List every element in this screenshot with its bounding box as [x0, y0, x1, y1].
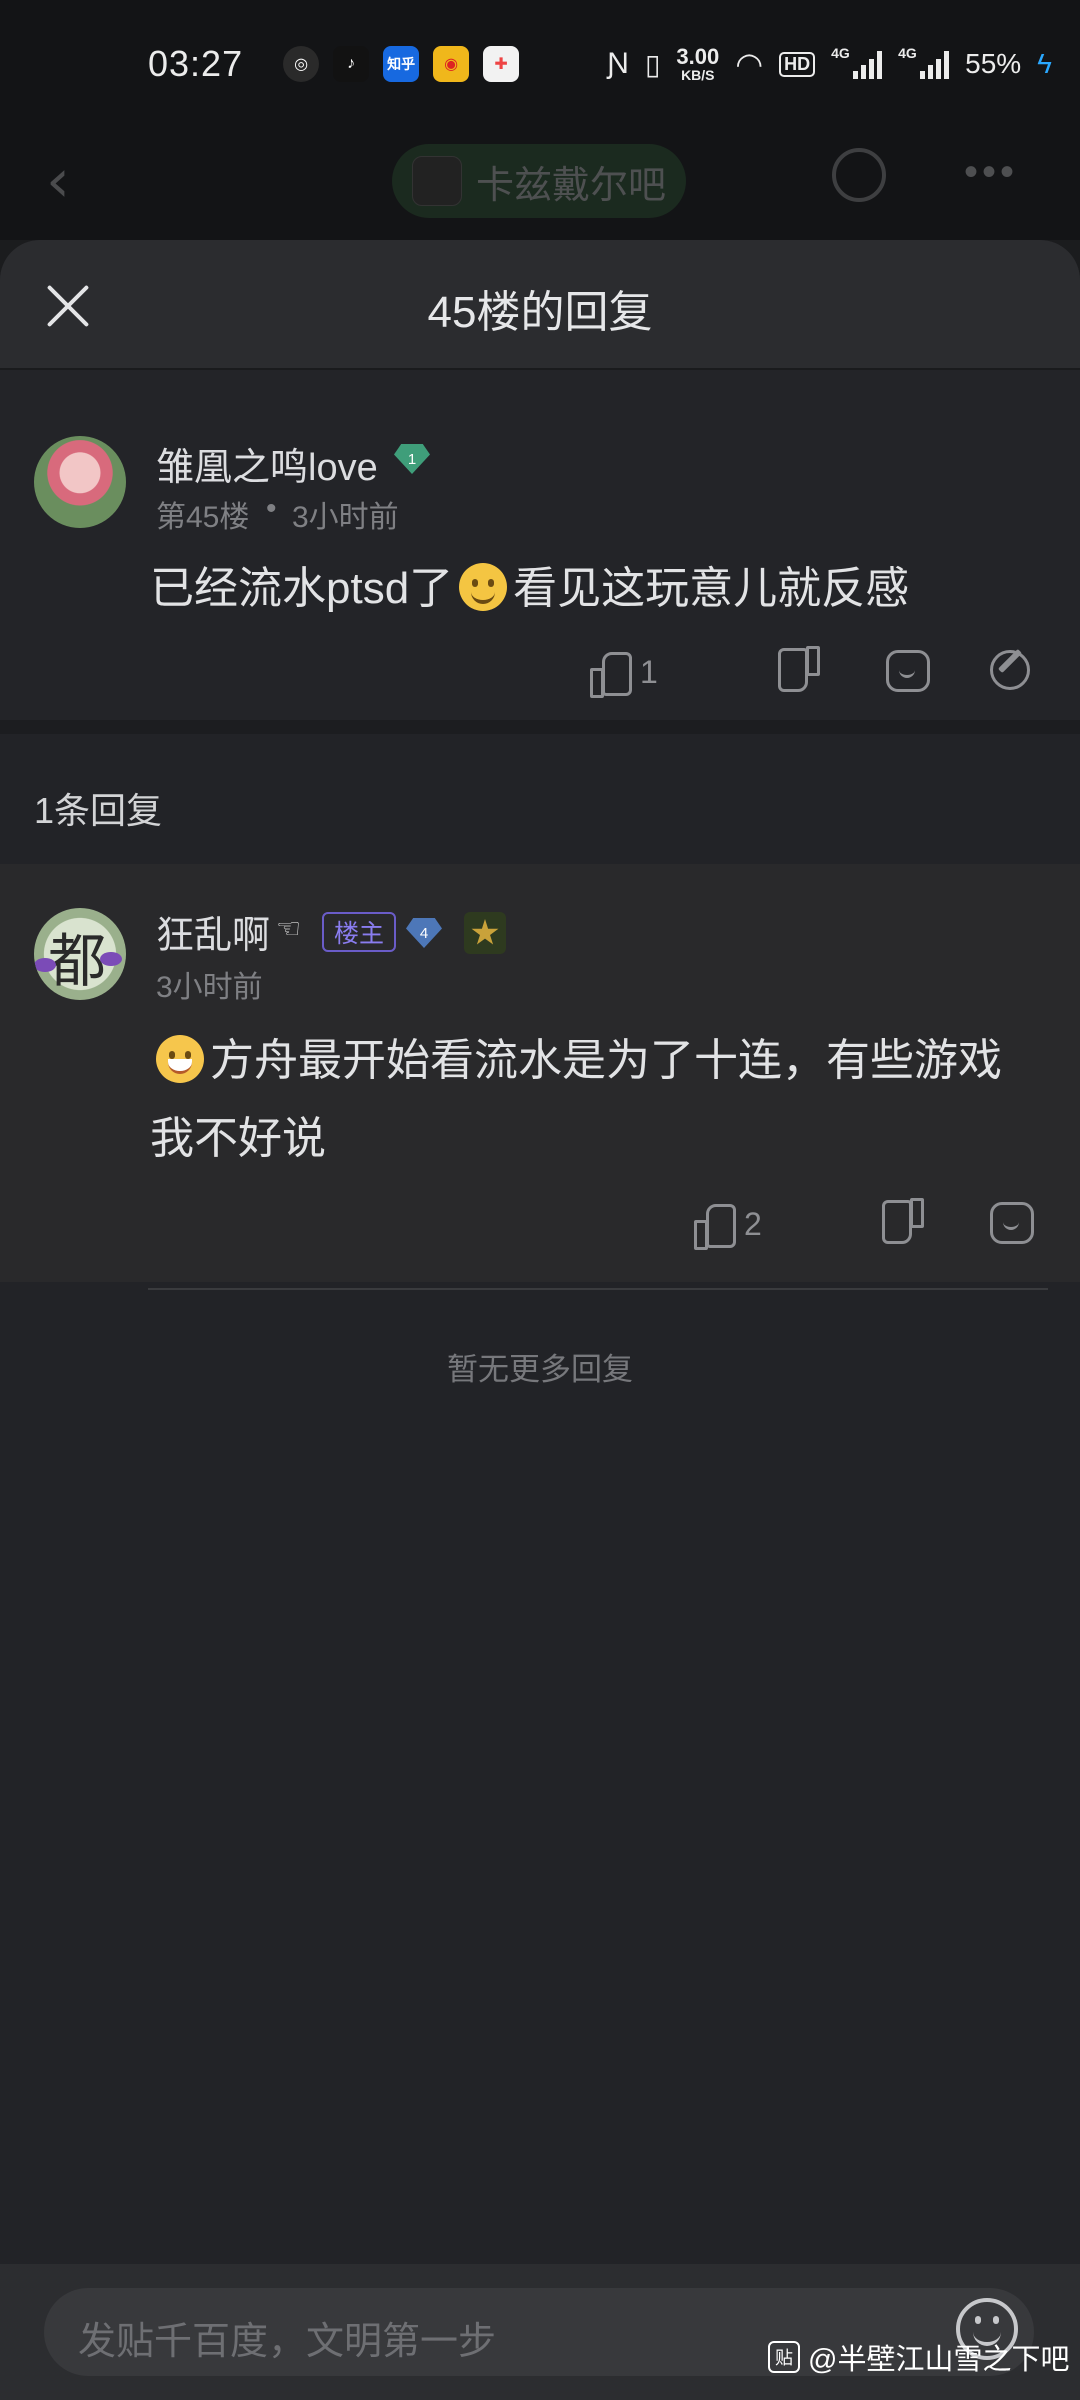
- network-speed: 3.00 KB/S: [676, 44, 720, 83]
- watermark: 贴 @半壁江山雪之下吧: [768, 2336, 1069, 2378]
- meta-separator: •: [266, 492, 277, 525]
- notification-icons: ◎ ♪ 知乎 ◉ ✚: [283, 46, 520, 82]
- no-more-replies: 暂无更多回复: [447, 1352, 633, 1387]
- weibo-icon: ◉: [433, 46, 470, 82]
- tiktok-icon: ♪: [333, 46, 370, 82]
- wifi-icon: ◠: [735, 46, 764, 82]
- comment-icon: [990, 1202, 1034, 1244]
- owner-badge: 楼主: [322, 912, 396, 952]
- reply-content: 方舟最开始看流水是为了十连，有些游戏我不好说: [150, 1035, 1002, 1163]
- share-icon[interactable]: [832, 148, 886, 202]
- like-count: 1: [640, 653, 658, 690]
- post-time: 3小时前: [292, 501, 399, 534]
- forum-chip[interactable]: 卡兹戴尔吧: [392, 144, 687, 218]
- cellular-signal-icon: 4G: [831, 45, 883, 79]
- status-bar: 03:27 ◎ ♪ 知乎 ◉ ✚ Ɲ ▯ 3.00 KB/S ◠ HD 4G 4…: [0, 0, 1080, 128]
- reply-username[interactable]: 狂乱啊: [156, 904, 270, 959]
- sheet-header: 45楼的回复: [0, 240, 1080, 370]
- vibrate-icon: ▯: [644, 48, 661, 80]
- like-button[interactable]: 1: [590, 650, 658, 698]
- reply-sheet: 45楼的回复 雏凰之鸣love 1 第45楼 • 3小时前 已经流水ptsd了看…: [0, 240, 1080, 2400]
- cellular-signal-icon: 4G: [898, 45, 950, 79]
- forum-name: 卡兹戴尔吧: [476, 164, 667, 207]
- dislike-button[interactable]: [780, 650, 820, 694]
- edit-button[interactable]: [990, 650, 1030, 690]
- post-username[interactable]: 雏凰之鸣love: [156, 436, 378, 491]
- smile-emoji-icon: [459, 563, 508, 611]
- input-bar: 发贴千百度，文明第一步: [0, 2264, 1080, 2400]
- medal-icon: [464, 912, 506, 954]
- like-count: 2: [744, 1205, 762, 1242]
- thumb-up-icon: [590, 650, 632, 698]
- divider: [148, 1288, 1048, 1290]
- dislike-button[interactable]: [884, 1202, 924, 1246]
- sheet-title: 45楼的回复: [427, 288, 653, 337]
- comment-icon: [886, 650, 930, 692]
- reply-time: 3小时前: [156, 971, 263, 1004]
- more-icon[interactable]: •••: [964, 150, 1018, 195]
- nfc-icon: Ɲ: [607, 47, 629, 80]
- reply-count: 1条回复: [34, 790, 163, 831]
- zhihu-icon: 知乎: [383, 46, 420, 82]
- hd-volte-icon: HD: [779, 51, 816, 77]
- section-divider: [0, 720, 1080, 734]
- watermark-text: @半壁江山雪之下吧: [808, 2344, 1070, 2376]
- thumb-down-icon: [780, 650, 820, 694]
- comment-button[interactable]: [886, 650, 930, 692]
- charging-icon: ϟ: [1037, 48, 1052, 79]
- comment-button[interactable]: [990, 1202, 1034, 1244]
- avatar[interactable]: 都: [34, 908, 126, 1000]
- page-header: ‹ 卡兹戴尔吧 •••: [0, 128, 1080, 240]
- grin-emoji-icon: [156, 1035, 204, 1083]
- edit-icon: [990, 650, 1030, 690]
- post-floor: 第45楼: [156, 501, 250, 534]
- status-indicators: Ɲ ▯ 3.00 KB/S ◠ HD 4G 4G 55% ϟ: [607, 0, 1052, 128]
- pointing-hand-icon: ☜: [276, 913, 302, 944]
- battery-level: 55%: [965, 48, 1022, 79]
- game-center-icon: ✚: [483, 46, 520, 82]
- avatar-glyph: 都: [48, 927, 107, 995]
- status-time: 03:27: [148, 43, 244, 84]
- avatar[interactable]: [34, 436, 126, 528]
- back-icon[interactable]: ‹: [46, 146, 70, 216]
- input-placeholder: 发贴千百度，文明第一步: [78, 2321, 497, 2363]
- post-content: 已经流水ptsd了 看见这玩意儿就反感: [150, 563, 910, 613]
- tieba-logo-icon: 贴: [768, 2341, 800, 2373]
- thumb-up-icon: [694, 1202, 736, 1250]
- like-button[interactable]: 2: [694, 1202, 762, 1250]
- forum-avatar: [412, 156, 462, 206]
- thumb-down-icon: [884, 1202, 924, 1246]
- netease-music-icon: ◎: [283, 46, 320, 82]
